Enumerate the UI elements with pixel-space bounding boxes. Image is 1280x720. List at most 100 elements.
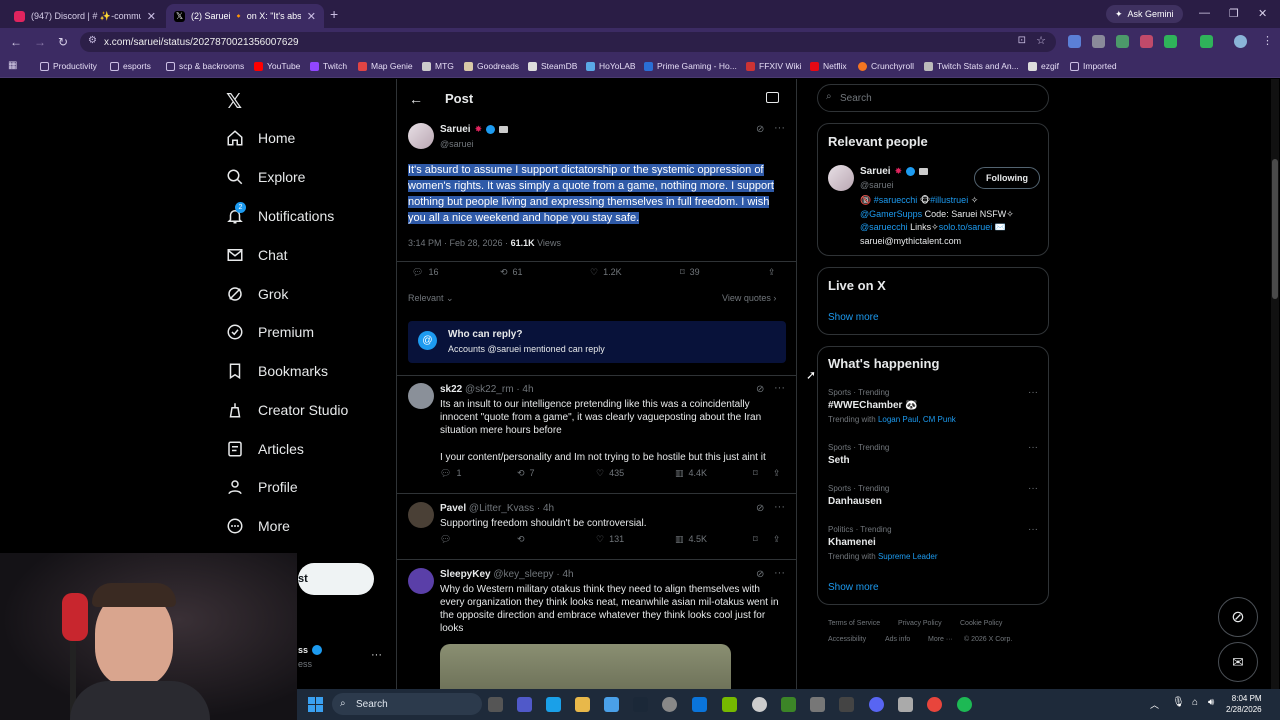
battlenet-icon[interactable] — [692, 697, 707, 712]
reply-more-icon[interactable]: ··· — [774, 382, 785, 394]
bookmark-item[interactable]: Crunchyroll — [858, 61, 914, 71]
reply-author-name[interactable]: SleepyKey — [440, 569, 491, 580]
bookmark-item[interactable]: Map Genie — [358, 61, 413, 71]
repost-button[interactable]: ⟲ 7 — [517, 468, 535, 479]
search-input[interactable]: ⌕ Search — [817, 84, 1049, 112]
app-icon[interactable] — [839, 697, 854, 712]
bookmark-item[interactable]: YouTube — [254, 61, 300, 71]
back-arrow-icon[interactable]: ← — [409, 91, 423, 107]
tweet-author[interactable]: Saruei ✸ — [440, 124, 509, 135]
messages-fab-button[interactable]: ✉ — [1218, 642, 1258, 682]
grok-fab-button[interactable]: ⊘ — [1218, 597, 1258, 637]
teams-icon[interactable] — [517, 697, 532, 712]
sidebar-item-home[interactable]: Home — [226, 129, 295, 147]
reply-button[interactable]: 💬︎ 16 — [412, 267, 438, 278]
extension-icon[interactable] — [1140, 35, 1153, 48]
sidebar-item-bookmarks[interactable]: Bookmarks — [226, 362, 328, 380]
volume-icon[interactable]: 🔊︎ — [1208, 697, 1214, 708]
sidebar-item-more[interactable]: More — [226, 517, 290, 535]
obs-icon[interactable] — [752, 697, 767, 712]
reload-icon[interactable]: ↻ — [58, 35, 68, 49]
bookmark-item[interactable]: esports — [110, 61, 151, 71]
bookmark-item[interactable]: Goodreads — [464, 61, 519, 71]
reply-more-icon[interactable]: ··· — [774, 501, 785, 513]
account-switcher[interactable]: ss — [298, 645, 323, 655]
bookmark-item[interactable]: Productivity — [40, 61, 97, 71]
sidebar-item-profile[interactable]: Profile — [226, 478, 298, 496]
trend-with-links[interactable]: Logan Paul, CM Punk — [878, 415, 956, 424]
extension-icon[interactable] — [1092, 35, 1105, 48]
bio-hashtag[interactable]: #illustruei — [930, 195, 968, 205]
like-button[interactable]: ♡ 435 — [596, 468, 624, 479]
reply-author-name[interactable]: sk22 — [440, 384, 462, 395]
close-window-icon[interactable]: ✕ — [1258, 7, 1267, 20]
views-button[interactable]: ▥ 4.5K — [675, 534, 707, 545]
tweet-more-icon[interactable]: ··· — [774, 122, 785, 134]
apps-grid-icon[interactable]: ▦ — [8, 60, 17, 71]
like-button[interactable]: ♡ 131 — [596, 534, 624, 545]
x-logo-icon[interactable]: 𝕏 — [226, 89, 242, 114]
grok-icon[interactable]: ⊘ — [756, 503, 764, 514]
ask-gemini-button[interactable]: ✦ Ask Gemini — [1106, 5, 1183, 23]
views-button[interactable]: ▥ 4.4K — [675, 468, 707, 479]
app-icon[interactable] — [662, 697, 677, 712]
avatar[interactable] — [828, 165, 854, 191]
show-more-link[interactable]: Show more — [828, 312, 879, 323]
bookmark-icon[interactable]: ⌑ — [753, 534, 758, 545]
footer-link[interactable]: Accessibility — [828, 636, 866, 643]
minimize-icon[interactable]: — — [1199, 7, 1210, 19]
bookmark-item[interactable]: FFXIV Wiki — [746, 61, 802, 71]
new-tab-button[interactable]: + — [330, 6, 338, 22]
task-view-icon[interactable] — [488, 697, 503, 712]
bio-hashtag[interactable]: #saruecchi — [874, 195, 918, 205]
reply-button[interactable]: 💬︎ 1 — [440, 468, 461, 479]
tab-x-post[interactable]: 𝕏 (2) Saruei 🔸 on X: "It's absurd ✕ — [166, 4, 324, 28]
bookmark-item[interactable]: Twitch Stats and An... — [924, 61, 1019, 71]
grok-icon[interactable]: ⊘ — [756, 124, 764, 135]
grok-icon[interactable]: ⊘ — [756, 569, 764, 580]
bio-mention[interactable]: @GamerSupps — [860, 209, 922, 219]
app-icon[interactable] — [810, 697, 825, 712]
close-tab-icon[interactable]: ✕ — [147, 10, 156, 23]
bookmark-item[interactable]: Twitch — [310, 61, 347, 71]
bookmark-item[interactable]: MTG — [422, 61, 454, 71]
copilot-icon[interactable] — [546, 697, 561, 712]
taskbar-search-input[interactable]: ⌕ Search — [332, 693, 482, 715]
back-icon[interactable]: ← — [10, 35, 22, 49]
bookmark-icon[interactable]: ⌑ — [753, 468, 758, 479]
view-quotes-link[interactable]: View quotes › — [722, 293, 776, 303]
spotify-icon[interactable] — [957, 697, 972, 712]
reader-view-icon[interactable] — [766, 92, 779, 103]
sidebar-item-notifications[interactable]: 2 Notifications — [226, 202, 334, 225]
bookmark-item[interactable]: Prime Gaming - Ho... — [644, 61, 737, 71]
share-icon[interactable]: ⇪ — [773, 468, 781, 479]
extension-icon[interactable] — [1116, 35, 1129, 48]
avatar[interactable] — [408, 123, 434, 149]
tab-discord[interactable]: (947) Discord | # ✨-communit... ✕ — [6, 4, 164, 28]
scrollbar[interactable] — [1271, 79, 1279, 689]
install-app-icon[interactable]: ⊡ — [1018, 35, 1026, 46]
chrome-icon[interactable] — [927, 697, 942, 712]
trend-more-icon[interactable]: ··· — [1028, 483, 1038, 494]
bookmark-item[interactable]: HoYoLAB — [586, 61, 636, 71]
reply-image[interactable] — [440, 644, 731, 689]
reply-more-icon[interactable]: ··· — [774, 567, 785, 579]
forward-icon[interactable]: → — [34, 35, 46, 49]
bookmark-item[interactable]: SteamDB — [528, 61, 577, 71]
file-explorer-icon[interactable] — [575, 697, 590, 712]
side-panel-icon[interactable] — [1200, 35, 1213, 48]
steam-icon[interactable] — [633, 697, 648, 712]
grok-icon[interactable]: ⊘ — [756, 384, 764, 395]
bookmark-star-icon[interactable]: ☆ — [1036, 34, 1046, 47]
sidebar-item-premium[interactable]: Premium — [226, 323, 314, 341]
bookmark-button[interactable]: ⌑ 39 — [680, 267, 700, 278]
site-info-icon[interactable]: ⚙ — [88, 35, 97, 46]
bio-mention[interactable]: @saruecchi — [860, 222, 908, 232]
profile-avatar-icon[interactable] — [1234, 35, 1247, 48]
trend-with-links[interactable]: Supreme Leader — [878, 552, 938, 561]
sidebar-item-explore[interactable]: Explore — [226, 168, 305, 186]
extensions-puzzle-icon[interactable] — [1164, 35, 1177, 48]
app-icon[interactable] — [898, 697, 913, 712]
tweet-timestamp[interactable]: 3:14 PM · Feb 28, 2026 · — [408, 238, 511, 248]
network-icon[interactable]: ⌂ — [1192, 697, 1198, 708]
